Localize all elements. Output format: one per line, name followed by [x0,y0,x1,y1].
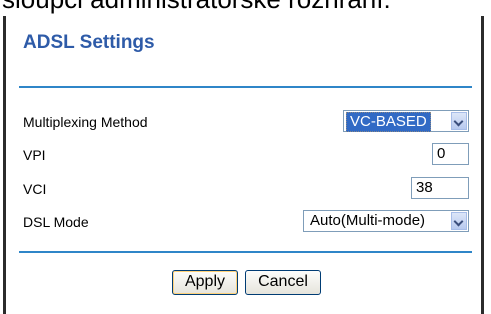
multiplexing-method-select[interactable]: VC-BASED [343,110,469,132]
chevron-down-icon[interactable] [451,212,467,230]
adsl-settings-panel: ADSL Settings Multiplexing Method VC-BAS… [3,16,484,314]
partial-heading-text: sloupci administrátorské rozhraní: [0,0,491,14]
vpi-label: VPI [23,147,46,163]
panel-title: ADSL Settings [23,32,155,53]
multiplexing-method-label: Multiplexing Method [23,114,148,130]
vci-label: VCI [23,181,47,197]
bottom-divider [19,251,472,253]
cancel-button[interactable]: Cancel [245,270,321,295]
dsl-mode-value: Auto(Multi-mode) [310,212,426,229]
multiplexing-method-value: VC-BASED [346,112,431,132]
dsl-mode-label: DSL Mode [23,214,89,230]
top-divider [19,86,472,88]
apply-button[interactable]: Apply [172,270,238,295]
chevron-down-icon[interactable] [451,112,467,130]
vpi-field[interactable]: 0 [432,143,469,165]
dsl-mode-select[interactable]: Auto(Multi-mode) [303,210,469,232]
vci-field[interactable]: 38 [411,177,469,199]
